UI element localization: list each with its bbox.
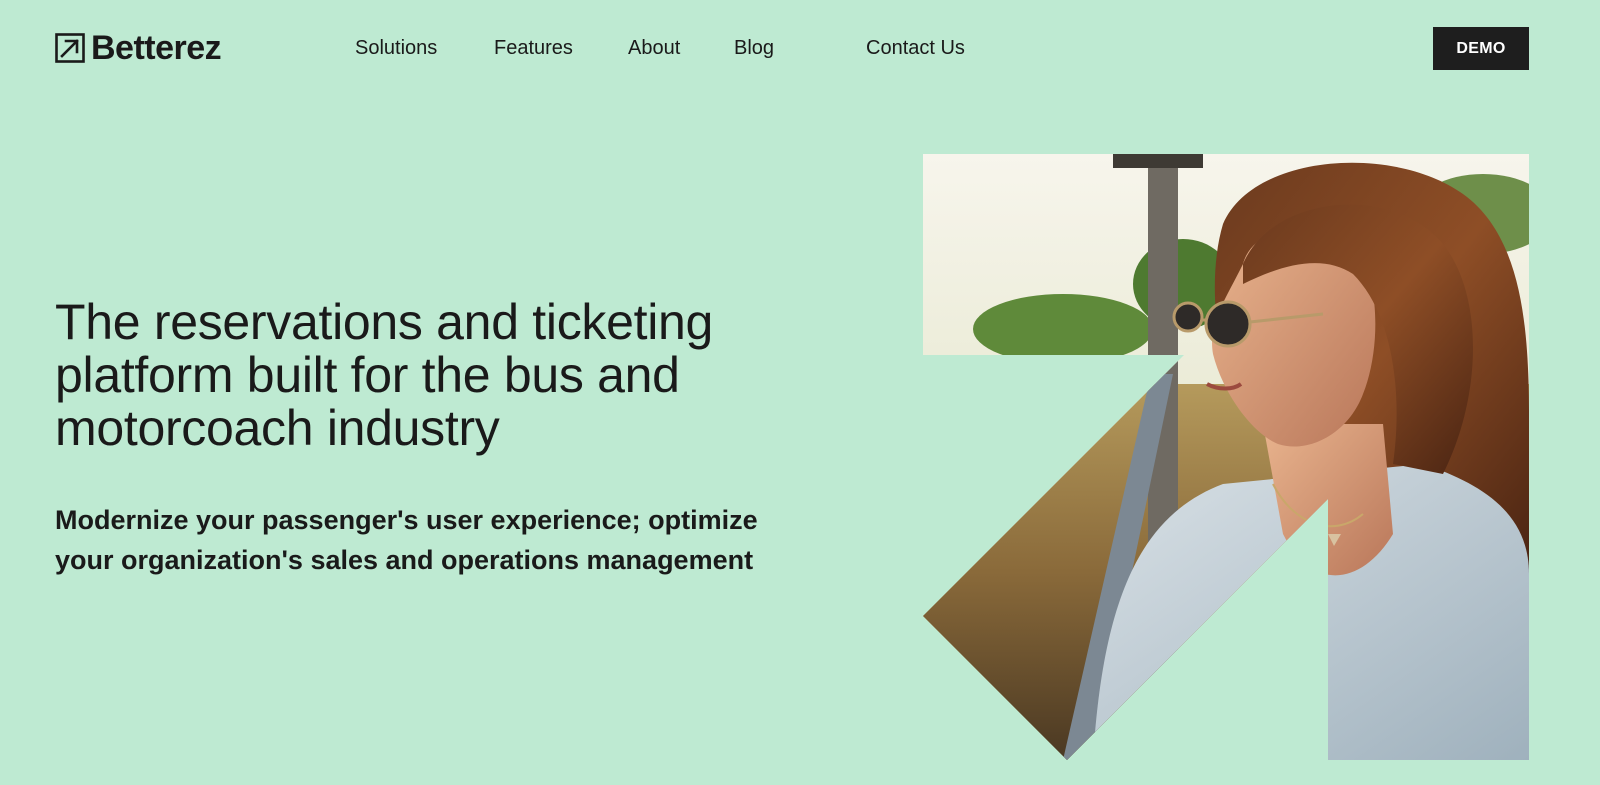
demo-button[interactable]: DEMO (1433, 27, 1529, 70)
hero-heading: The reservations and ticketing platform … (55, 294, 714, 456)
arrow-up-right-icon (55, 33, 85, 63)
brand-name: Betterez (91, 29, 222, 67)
nav-item-solutions[interactable]: Solutions (355, 36, 437, 60)
nav-item-contact-us[interactable]: Contact Us (866, 36, 965, 60)
hero-subheading: Modernize your passenger's user experien… (55, 505, 758, 575)
nav-item-blog[interactable]: Blog (734, 36, 774, 60)
top-navigation: Betterez Solutions Features About Blog C… (0, 0, 1600, 98)
nav-item-features[interactable]: Features (494, 36, 573, 60)
nav-item-about[interactable]: About (628, 36, 680, 60)
brand-logo[interactable]: Betterez (55, 28, 222, 68)
hero-photo (923, 154, 1529, 760)
